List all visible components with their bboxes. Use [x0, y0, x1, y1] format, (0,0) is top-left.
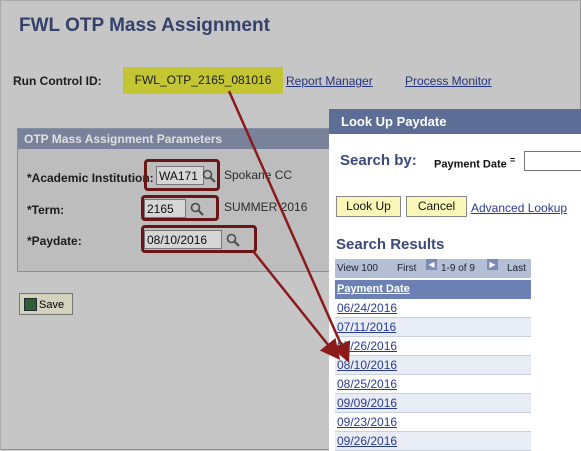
institution-highlight [144, 159, 220, 191]
disk-icon [24, 298, 37, 311]
table-row[interactable]: 08/10/2016 [335, 356, 531, 375]
process-monitor-link[interactable]: Process Monitor [405, 74, 492, 88]
lookup-dialog: Look Up Paydate Search by: Payment Date … [329, 109, 581, 451]
table-row[interactable]: 08/25/2016 [335, 375, 531, 394]
payment-date-label: Payment Date = [434, 155, 516, 171]
table-row[interactable]: 07/26/2016 [335, 337, 531, 356]
report-manager-link[interactable]: Report Manager [286, 74, 373, 88]
payment-date-link[interactable]: 06/24/2016 [337, 301, 397, 315]
payment-date-link[interactable]: 09/09/2016 [337, 396, 397, 410]
term-highlight [141, 195, 219, 221]
page-title: FWL OTP Mass Assignment [19, 15, 270, 36]
table-row[interactable]: 09/26/2016 [335, 432, 531, 451]
payment-date-link[interactable]: 08/10/2016 [337, 358, 397, 372]
result-range: 1-9 of 9 [441, 263, 475, 274]
lookup-dialog-title: Look Up Paydate [329, 109, 581, 134]
institution-description: Spokane CC [224, 168, 293, 182]
table-row[interactable]: 09/23/2016 [335, 413, 531, 432]
view-100-link[interactable]: View 100 [337, 259, 378, 278]
first-link[interactable]: First [397, 259, 416, 278]
term-description: SUMMER 2016 [224, 200, 308, 214]
parameters-header: OTP Mass Assignment Parameters [18, 129, 348, 149]
results-navigation: View 100 First ◀ 1-9 of 9 ▶ Last [335, 259, 531, 278]
payment-date-link[interactable]: 07/11/2016 [337, 320, 396, 334]
next-arrow-icon[interactable]: ▶ [487, 259, 498, 270]
run-control-label: Run Control ID: [13, 74, 102, 88]
payment-date-link[interactable]: 08/25/2016 [337, 377, 397, 391]
payment-date-link[interactable]: 07/26/2016 [337, 339, 397, 353]
paydate-label: *Paydate: [27, 234, 82, 248]
cancel-button[interactable]: Cancel [406, 196, 467, 217]
payment-date-input[interactable] [524, 151, 581, 171]
institution-label: *Academic Institution: [27, 171, 154, 185]
payment-date-link[interactable]: 09/26/2016 [337, 434, 397, 448]
payment-date-link[interactable]: 09/23/2016 [337, 415, 397, 429]
previous-arrow-icon[interactable]: ◀ [426, 259, 437, 270]
table-row[interactable]: 07/11/2016 [335, 318, 531, 337]
term-label: *Term: [27, 203, 65, 217]
payment-date-column-header[interactable]: Payment Date [335, 280, 531, 299]
last-link[interactable]: Last [507, 259, 526, 278]
advanced-lookup-link[interactable]: Advanced Lookup [471, 201, 567, 215]
operator-label: = [509, 155, 516, 165]
run-control-value: FWL_OTP_2165_081016 [123, 67, 283, 94]
save-button[interactable]: Save [19, 293, 73, 315]
search-by-heading: Search by: [340, 152, 417, 169]
save-label: Save [39, 299, 65, 311]
table-row[interactable]: 06/24/2016 [335, 299, 531, 318]
search-results-heading: Search Results [336, 236, 445, 253]
peoplesoft-page: FWL OTP Mass Assignment Run Control ID: … [0, 0, 581, 451]
paydate-highlight [141, 225, 257, 253]
look-up-button[interactable]: Look Up [336, 196, 401, 217]
table-row[interactable]: 09/09/2016 [335, 394, 531, 413]
